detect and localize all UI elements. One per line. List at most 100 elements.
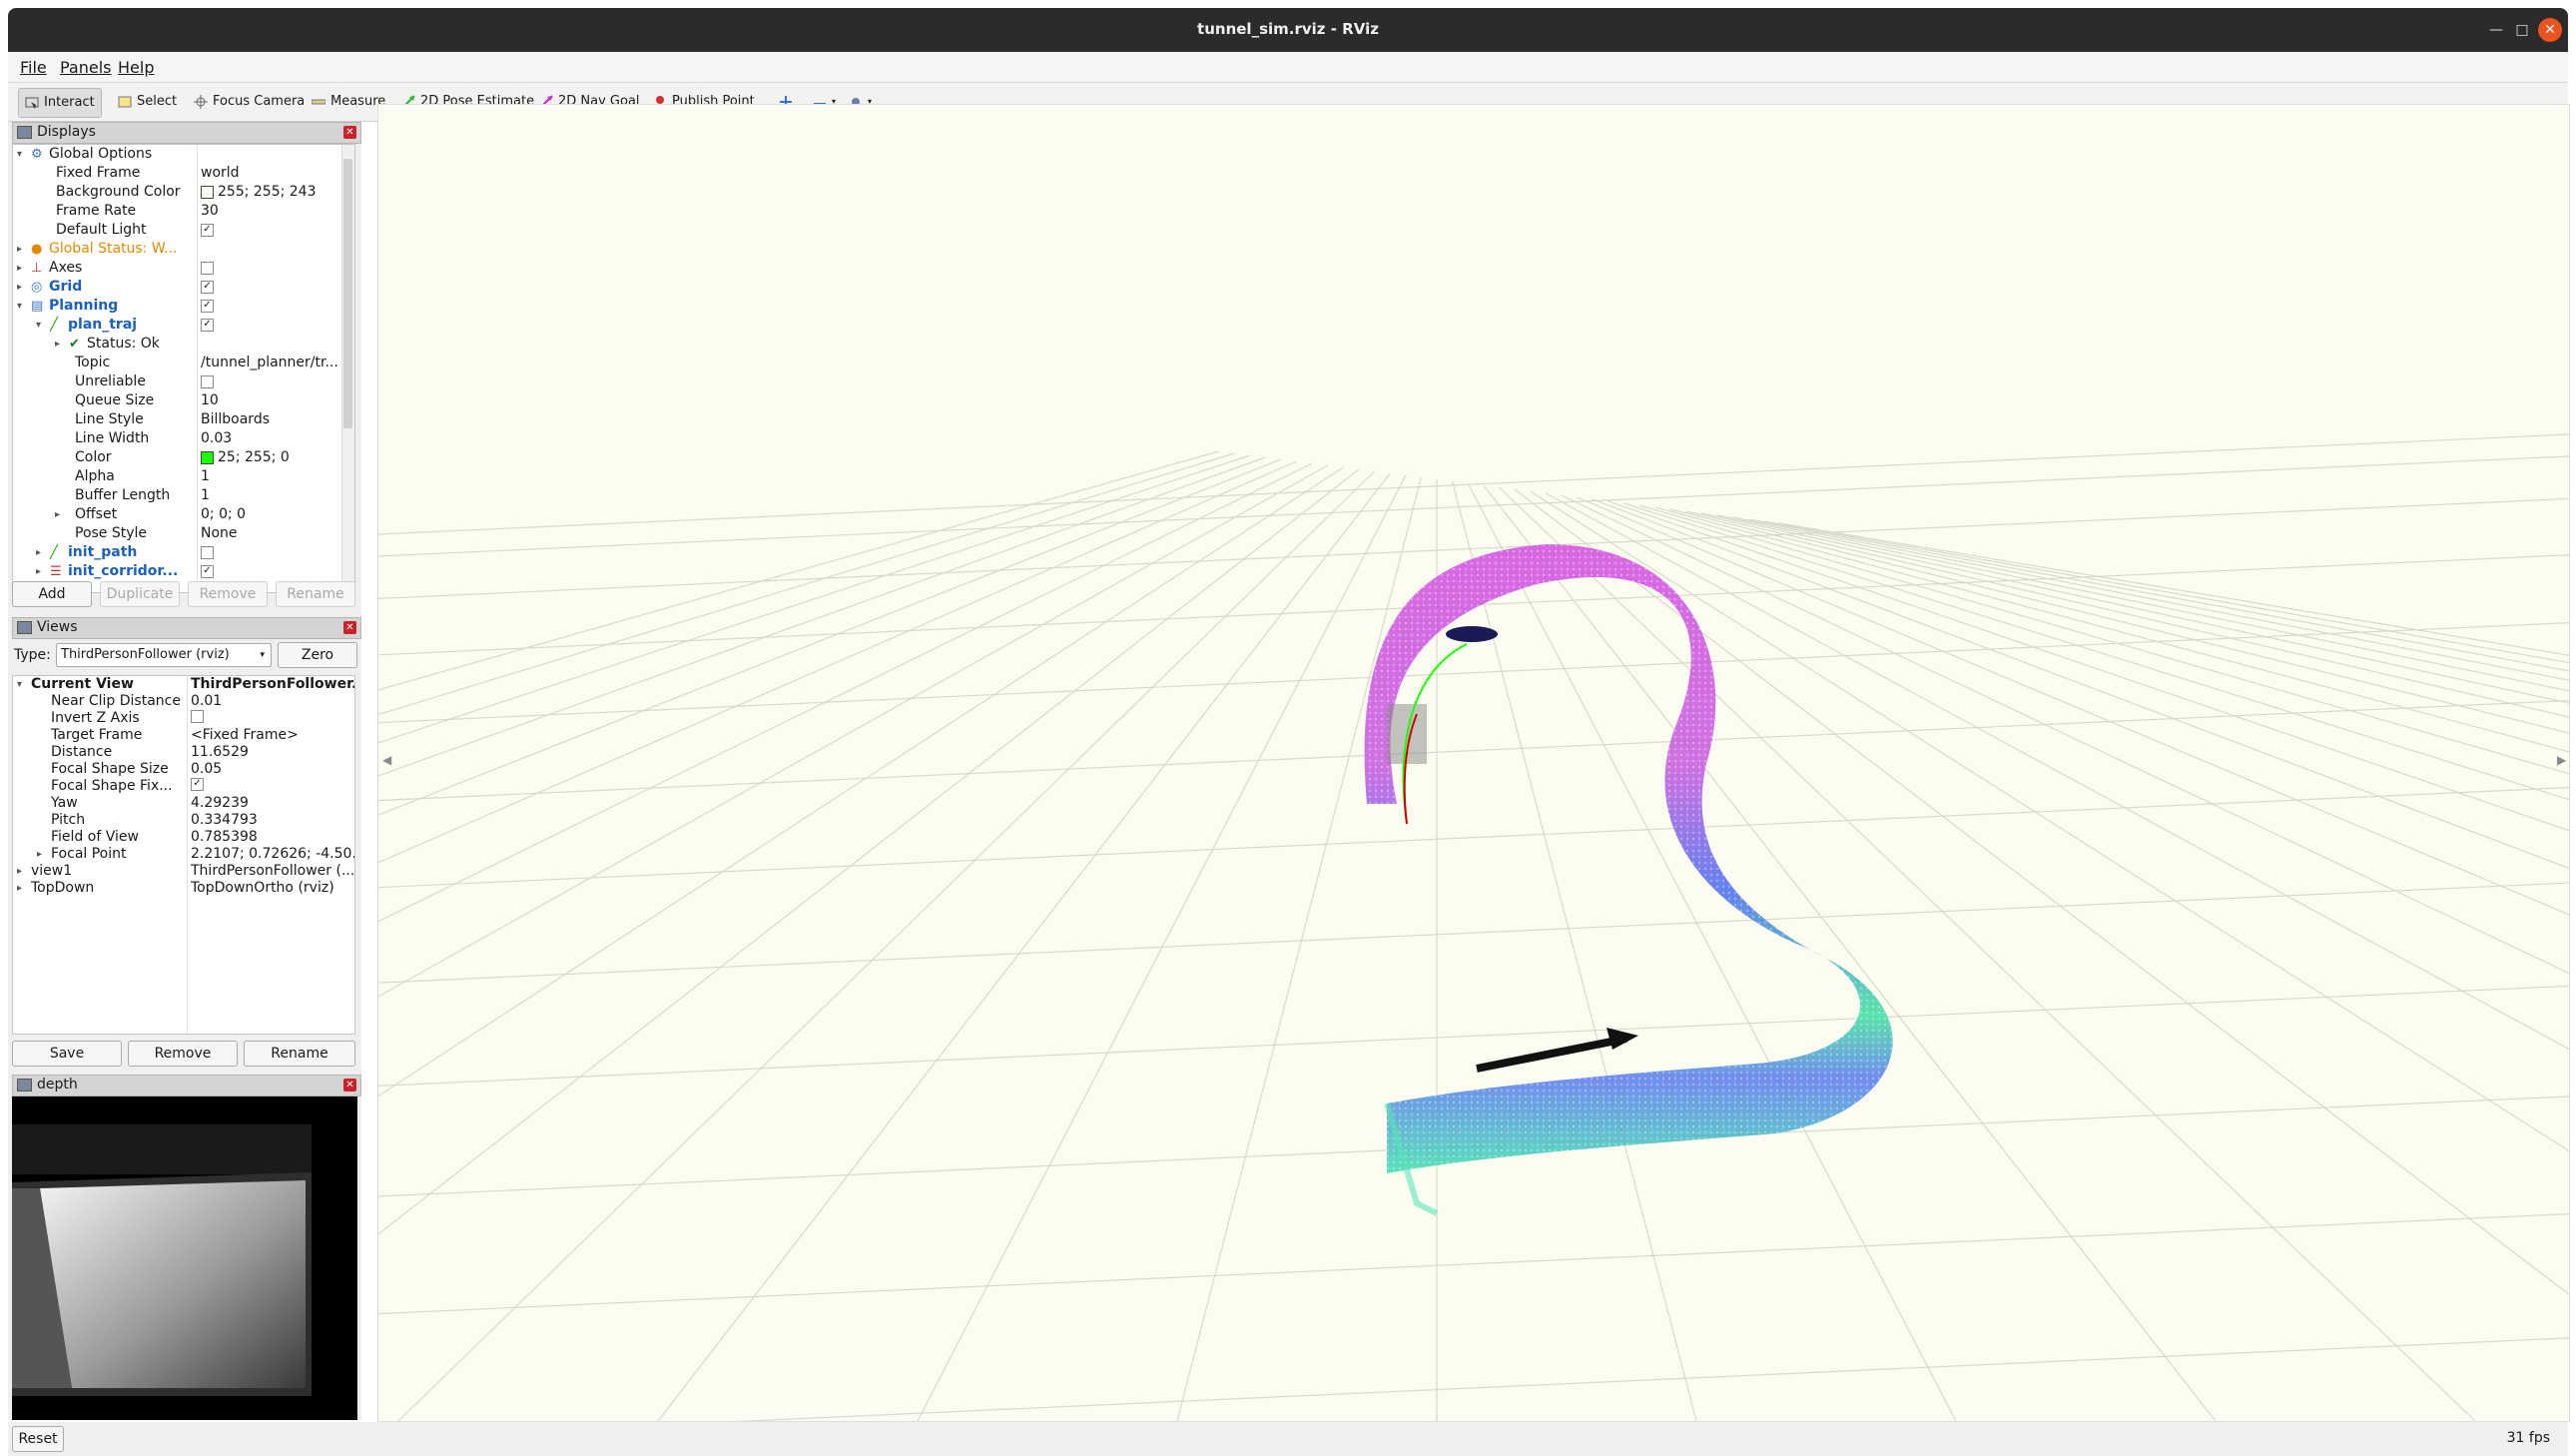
display-row[interactable]: ▾ ▤ Planning ✓ [13, 297, 340, 316]
minimize-icon[interactable]: — [2484, 18, 2508, 42]
chevron-right-icon[interactable]: ▸ [17, 863, 22, 880]
display-row-value[interactable]: ✓ [201, 278, 214, 297]
display-row-value[interactable]: 30 [201, 202, 219, 221]
display-row[interactable]: Default Light ✓ [13, 221, 340, 240]
view-type-select[interactable]: ThirdPersonFollower (rviz) ▾ [56, 643, 272, 667]
display-row-value[interactable]: ✓ [201, 221, 214, 240]
display-row-value[interactable] [201, 543, 214, 562]
view-row-value[interactable]: 0.05 [191, 761, 222, 778]
checkbox[interactable] [191, 710, 204, 723]
view-row-value[interactable]: ThirdPersonFollower (... [191, 863, 354, 880]
view-row[interactable]: Yaw 4.29239 [13, 795, 348, 812]
chevron-right-icon[interactable]: ▸ [36, 543, 41, 562]
displays-tree[interactable]: ▾ ⚙ Global Options Fixed Frame world Backgrou… [12, 144, 355, 593]
close-panel-icon[interactable]: ✕ [343, 621, 356, 634]
duplicate-button[interactable]: Duplicate [100, 581, 180, 607]
display-row[interactable]: ▸ ◎ Grid ✓ [13, 278, 340, 297]
view-row[interactable]: Field of View 0.785398 [13, 829, 348, 846]
display-row-value[interactable]: 1 [201, 467, 210, 486]
view-row-value[interactable]: <Fixed Frame> [191, 727, 299, 744]
chevron-down-icon[interactable]: ▾ [36, 316, 41, 335]
tool-focus-camera[interactable]: Focus Camera [188, 88, 311, 116]
display-row[interactable]: Frame Rate 30 [13, 202, 340, 221]
display-row[interactable]: ▸ ✔ Status: Ok [13, 335, 340, 354]
chevron-right-icon[interactable]: ▸ [17, 240, 22, 259]
menu-panels[interactable]: Panels [60, 58, 112, 77]
chevron-right-icon[interactable]: ▸ [17, 278, 22, 297]
view-row[interactable]: Near Clip Distance 0.01 [13, 693, 348, 710]
close-panel-icon[interactable]: ✕ [343, 126, 356, 139]
view-row[interactable]: ▸ view1 ThirdPersonFollower (... [13, 863, 354, 880]
checkbox[interactable]: ✓ [191, 778, 204, 791]
checkbox[interactable] [201, 374, 214, 388]
display-row-value[interactable]: world [201, 164, 240, 183]
close-panel-icon[interactable]: ✕ [343, 1079, 356, 1092]
checkbox[interactable] [201, 261, 214, 275]
checkbox[interactable]: ✓ [201, 280, 214, 294]
view-row[interactable]: ▾ Current View ThirdPersonFollower... [13, 676, 354, 693]
display-row[interactable]: Pose Style None [13, 524, 340, 543]
remove-display-button[interactable]: Remove [188, 581, 268, 607]
display-row[interactable]: ▸ ⊥ Axes [13, 259, 340, 278]
display-row[interactable]: Unreliable [13, 372, 340, 391]
view-row[interactable]: Pitch 0.334793 [13, 812, 348, 829]
display-row[interactable]: ▾ ⚙ Global Options [13, 145, 340, 164]
view-row-value[interactable]: 0.785398 [191, 829, 258, 846]
display-row-value[interactable]: None [201, 524, 238, 543]
display-row-value[interactable]: ✓ [201, 297, 214, 316]
chevron-right-icon[interactable]: ▸ [55, 505, 60, 524]
display-row[interactable]: Line Width 0.03 [13, 429, 340, 448]
checkbox[interactable]: ✓ [201, 223, 214, 237]
view-row-value[interactable]: 0.334793 [191, 812, 258, 829]
chevron-right-icon[interactable]: ▸ [17, 259, 22, 278]
views-tree[interactable]: ▾ Current View ThirdPersonFollower... Near … [12, 675, 355, 1035]
display-row-value[interactable]: 10 [201, 391, 219, 410]
display-row[interactable]: Buffer Length 1 [13, 486, 340, 505]
chevron-right-icon[interactable]: ▸ [55, 335, 60, 354]
menu-file[interactable]: File [20, 58, 47, 77]
display-row-value[interactable]: 0; 0; 0 [201, 505, 246, 524]
display-row-value[interactable]: 1 [201, 486, 210, 505]
rename-view-button[interactable]: Rename [244, 1041, 355, 1067]
displays-scrollbar[interactable] [341, 145, 354, 592]
chevron-right-icon[interactable]: ▸ [17, 880, 22, 897]
display-row[interactable]: ▾ ╱ plan_traj ✓ [13, 316, 340, 335]
view-row-value[interactable]: 11.6529 [191, 744, 249, 761]
chevron-down-icon[interactable]: ▾ [17, 676, 22, 693]
chevron-down-icon[interactable]: ▾ [17, 297, 22, 316]
view-row-value[interactable]: 4.29239 [191, 795, 249, 812]
tool-select[interactable]: Select [112, 88, 183, 116]
checkbox[interactable]: ✓ [201, 299, 214, 313]
tool-interact[interactable]: Interact [18, 88, 102, 118]
view-row[interactable]: Invert Z Axis [13, 710, 348, 727]
rename-display-button[interactable]: Rename [276, 581, 355, 607]
add-button[interactable]: Add [12, 581, 92, 607]
view-row-value[interactable]: TopDownOrtho (rviz) [191, 880, 334, 897]
display-row-value[interactable]: ✓ [201, 562, 214, 581]
reset-button[interactable]: Reset [12, 1426, 64, 1452]
chevron-right-icon[interactable]: ▸ [37, 846, 42, 863]
remove-view-button[interactable]: Remove [128, 1041, 238, 1067]
close-icon[interactable]: ✕ [2538, 18, 2562, 42]
display-row[interactable]: Fixed Frame world [13, 164, 340, 183]
chevron-right-icon[interactable]: ▸ [36, 562, 41, 581]
display-row[interactable]: ▸ ╱ init_path [13, 543, 340, 562]
display-row[interactable]: Line Style Billboards [13, 410, 340, 429]
display-row-value[interactable]: 25; 255; 0 [201, 448, 290, 467]
render-viewport[interactable]: ◀ ▶ [377, 104, 2570, 1422]
view-row-value[interactable]: ThirdPersonFollower... [191, 676, 354, 693]
view-row[interactable]: Distance 11.6529 [13, 744, 348, 761]
display-row[interactable]: Topic/tunnel_planner/tr... [13, 354, 340, 372]
checkbox[interactable]: ✓ [201, 318, 214, 332]
display-row[interactable]: Background Color 255; 255; 243 [13, 183, 340, 202]
view-row-value[interactable]: 0.01 [191, 693, 222, 710]
view-row[interactable]: ▸ TopDown TopDownOrtho (rviz) [13, 880, 348, 897]
checkbox[interactable]: ✓ [201, 564, 214, 578]
view-row[interactable]: Focal Shape Fix... ✓ [13, 778, 348, 795]
display-row-value[interactable]: ✓ [201, 316, 214, 335]
display-row-value[interactable]: 0.03 [201, 429, 232, 448]
view-row[interactable]: Focal Shape Size 0.05 [13, 761, 348, 778]
display-row[interactable]: ▸ ☰ init_corridor... ✓ [13, 562, 340, 581]
view-row[interactable]: ▸ Focal Point 2.2107; 0.72626; -4.50... [13, 846, 354, 863]
view-row[interactable]: Target Frame <Fixed Frame> [13, 727, 348, 744]
